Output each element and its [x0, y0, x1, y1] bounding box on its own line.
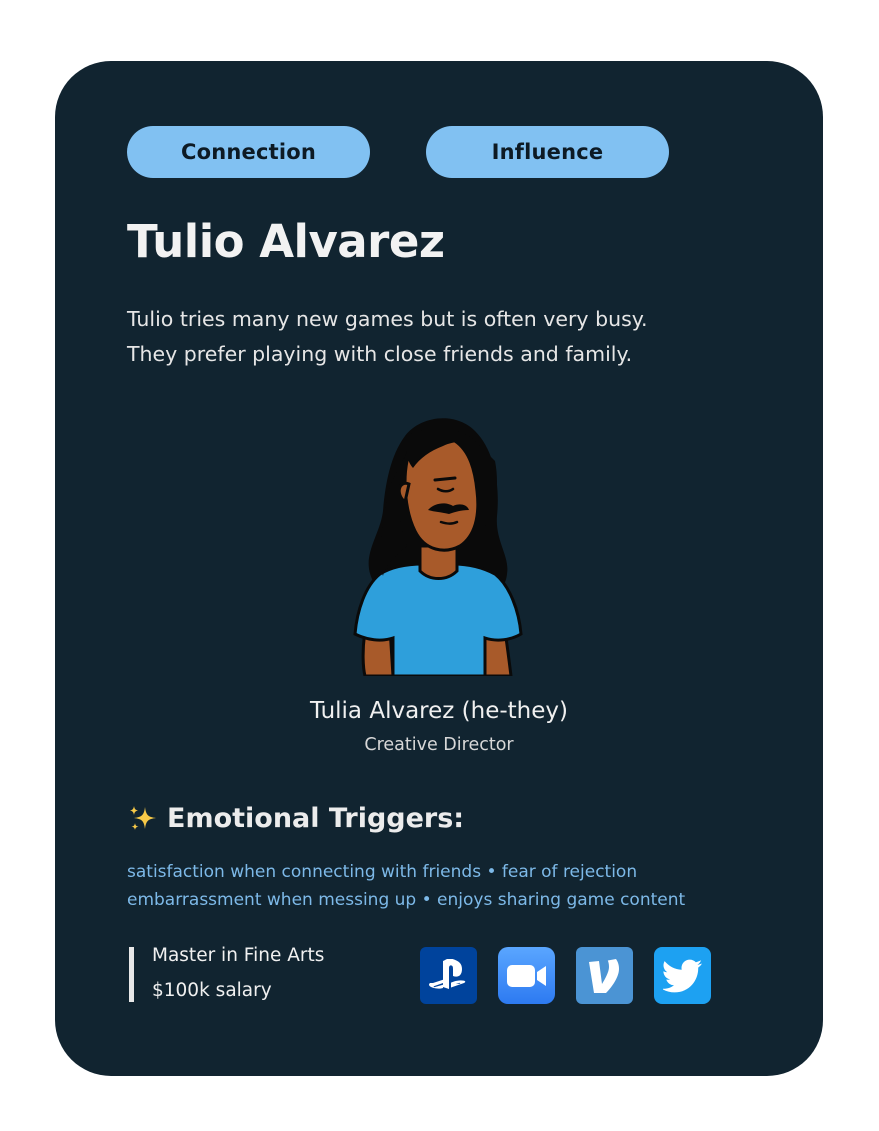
persona-title: Tulio Alvarez [127, 215, 445, 268]
fact-education: Master in Fine Arts [152, 945, 325, 966]
tag-influence[interactable]: Influence [426, 126, 669, 178]
fact-salary: $100k salary [152, 980, 272, 1001]
twitter-icon[interactable] [654, 947, 711, 1004]
tag-connection[interactable]: Connection [127, 126, 370, 178]
persona-card: Connection Influence Tulio Alvarez Tulio… [55, 61, 823, 1076]
persona-avatar [353, 418, 523, 676]
emotional-triggers-heading: Emotional Triggers: [127, 799, 464, 839]
persona-description: Tulio tries many new games but is often … [127, 302, 767, 372]
sparkles-icon [130, 806, 156, 830]
playstation-icon[interactable] [420, 947, 477, 1004]
trigger-line: embarrassment when messing up • enjoys s… [127, 890, 686, 910]
description-line: They prefer playing with close friends a… [127, 342, 633, 366]
facts-divider [129, 947, 134, 1002]
persona-role: Creative Director [364, 735, 514, 755]
triggers-heading-label: Emotional Triggers: [167, 803, 465, 834]
venmo-icon[interactable] [576, 947, 633, 1004]
persona-name: Tulia Alvarez (he-they) [310, 698, 568, 724]
zoom-icon[interactable] [498, 947, 555, 1004]
description-line: Tulio tries many new games but is often … [127, 307, 648, 331]
trigger-line: satisfaction when connecting with friend… [127, 862, 638, 882]
